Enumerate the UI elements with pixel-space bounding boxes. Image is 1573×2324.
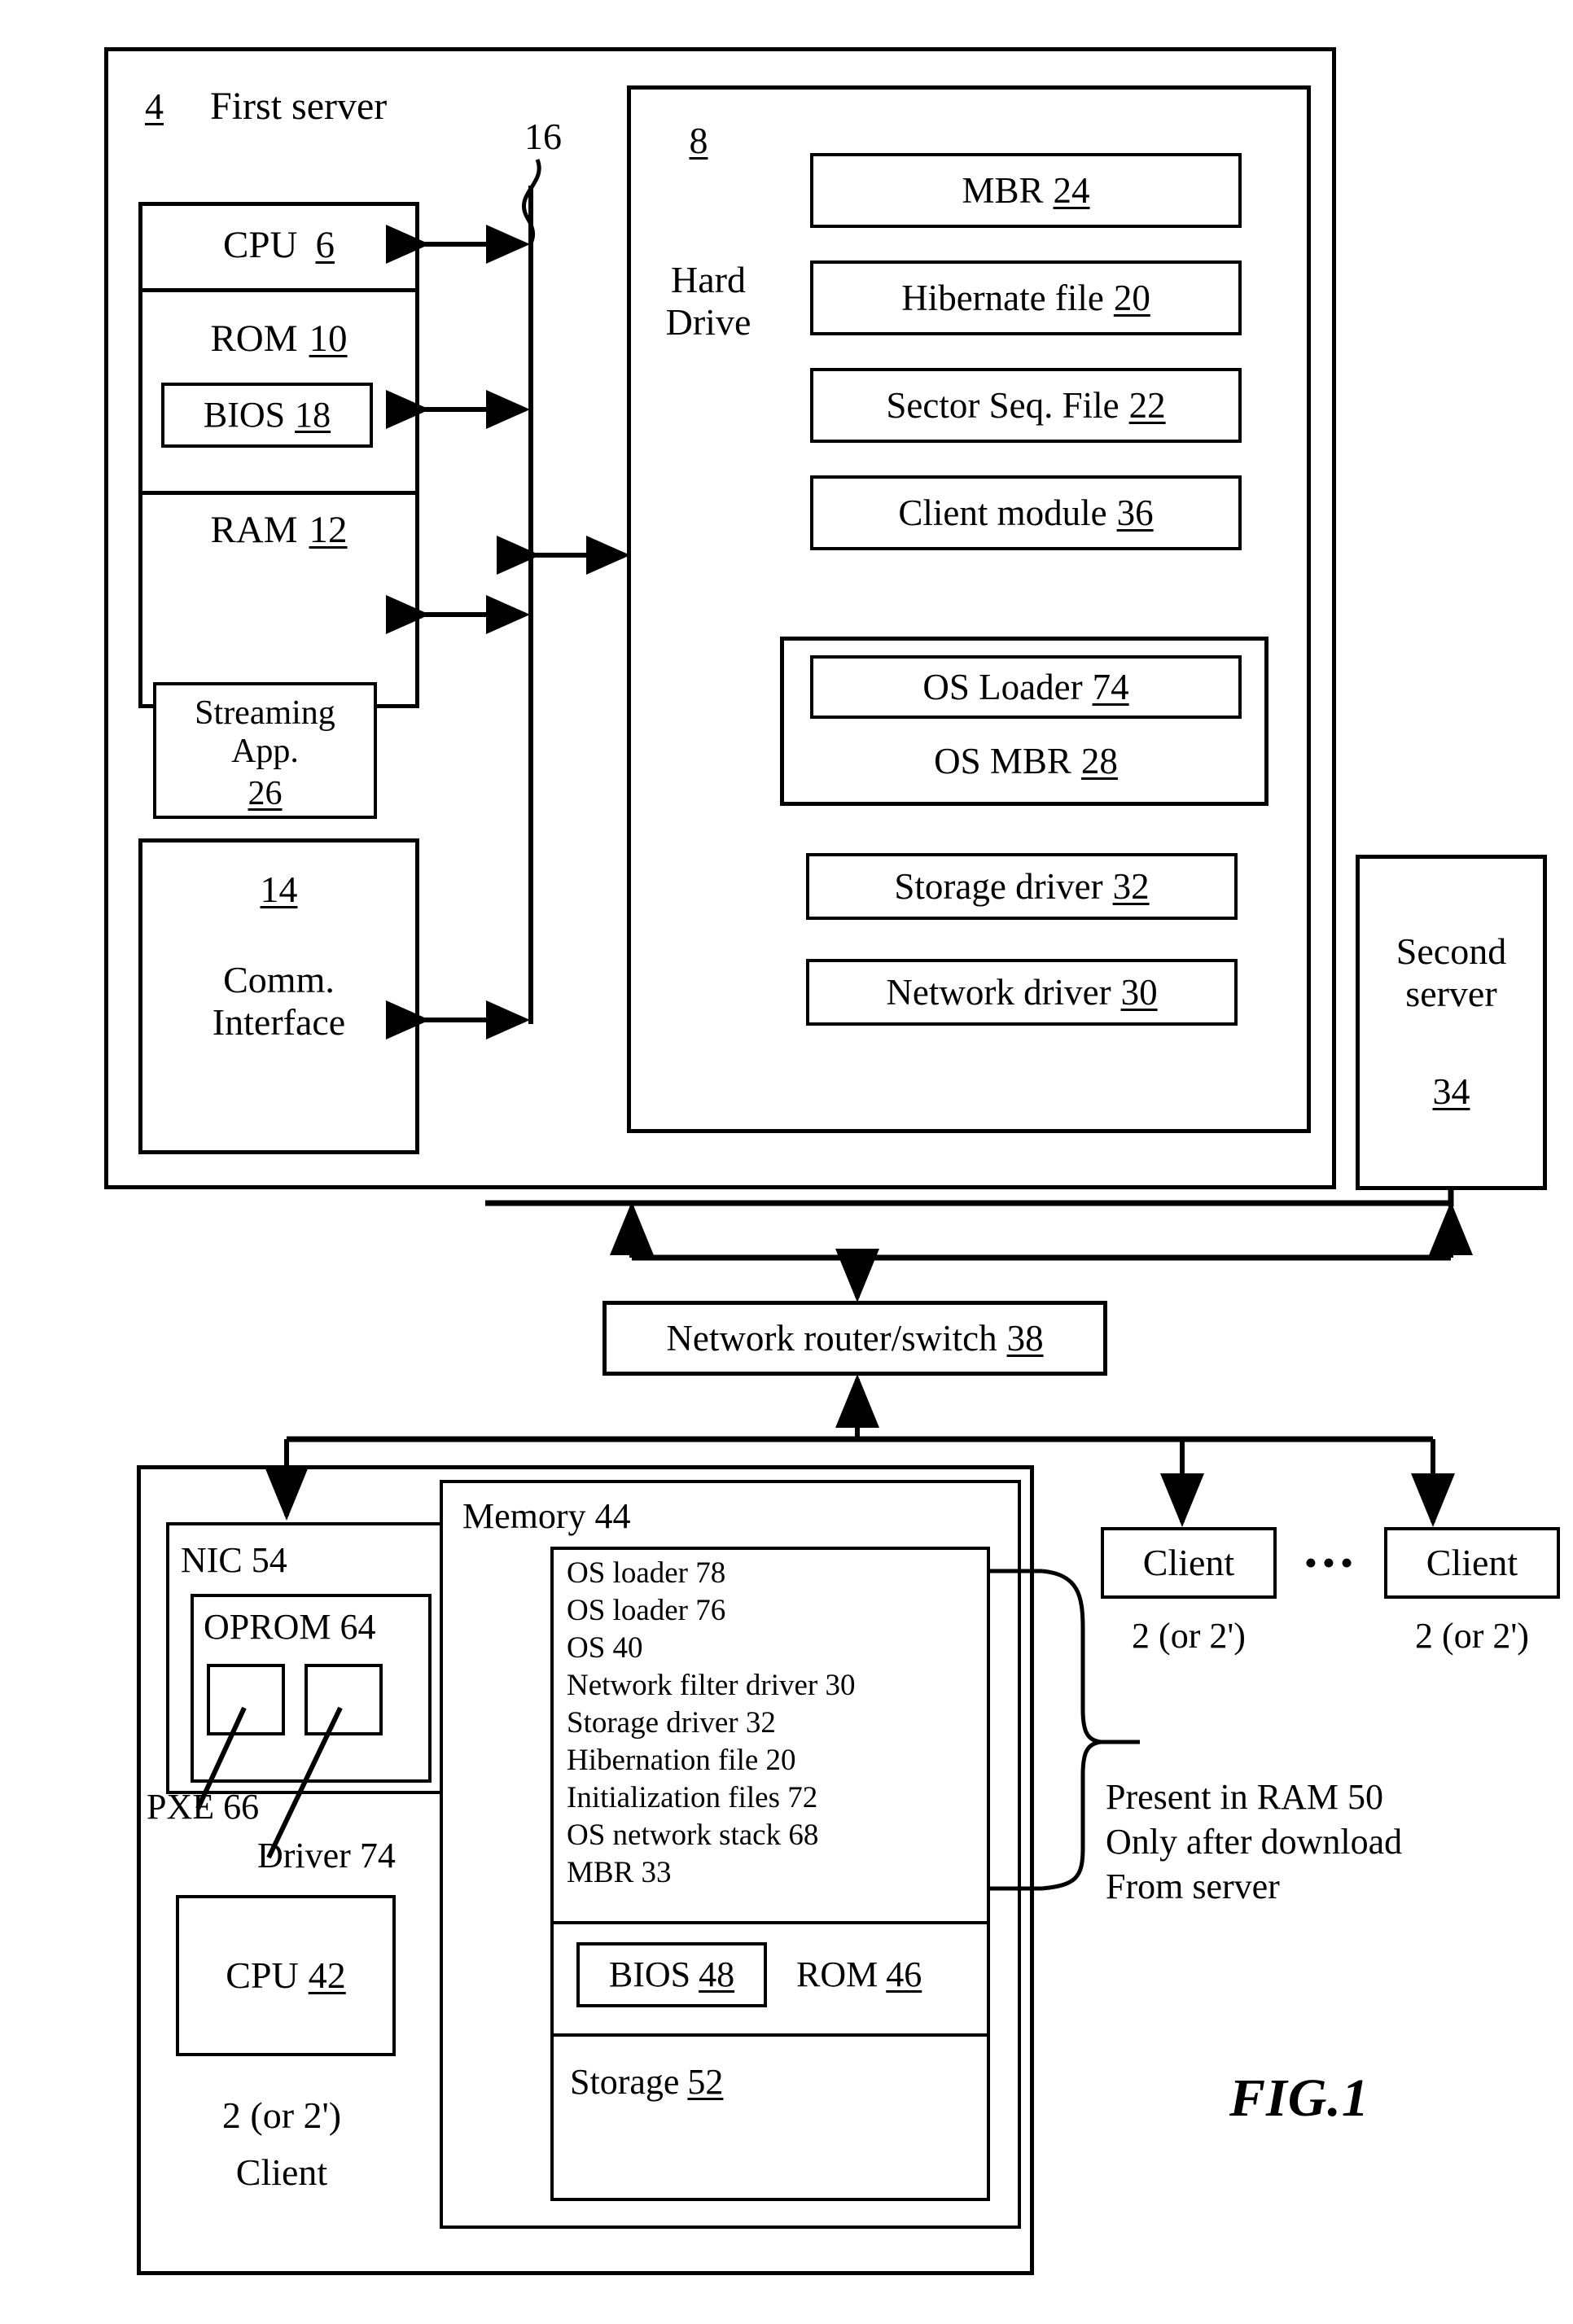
streaming-app-ref: 26	[248, 775, 283, 813]
rom-label-text: ROM	[210, 317, 298, 360]
hd-driver-ref-0: 32	[1112, 865, 1150, 907]
client-storage-label: Storage 52	[570, 2050, 912, 2115]
second-server-label: Second server	[1396, 930, 1507, 1014]
memory-storage-divider-top	[550, 2033, 990, 2037]
hd-item-text-2: Sector Seq. File	[886, 384, 1120, 426]
patent-figure-page: 4 First server 16 CPU 6 ROM 10 BIOS 18 R…	[0, 0, 1573, 2324]
memory-item-4: Storage driver 32	[567, 1706, 776, 1740]
memory-item-2: OS 40	[567, 1631, 643, 1665]
hd-driver-ref-1: 30	[1120, 971, 1158, 1013]
hd-driver-label-1: Network driver 30	[806, 959, 1238, 1026]
client-box-ref-1: 2 (or 2')	[1415, 1616, 1529, 1657]
client-bios-ref: 48	[699, 1954, 735, 1995]
hd-driver-text-0: Storage driver	[894, 865, 1103, 907]
os-mbr-ref: 28	[1080, 740, 1118, 781]
bios-label-text: BIOS	[203, 395, 286, 435]
client-rom-ref: 46	[886, 1954, 922, 1995]
hard-drive-ref: 8	[689, 120, 708, 162]
memory-item-8: MBR 33	[567, 1856, 672, 1889]
os-loader-label: OS Loader 74	[810, 655, 1242, 719]
hd-item-label-2: Sector Seq. File 22	[810, 368, 1242, 443]
network-router-ref: 38	[1006, 1317, 1044, 1359]
hd-item-label-3: Client module 36	[810, 475, 1242, 550]
hd-driver-text-1: Network driver	[886, 971, 1111, 1013]
client-cpu-ref: 42	[308, 1954, 346, 1997]
hd-item-text-3: Client module	[898, 492, 1107, 533]
hd-item-ref-3: 36	[1116, 492, 1154, 533]
client-box-label-1: Client	[1426, 1542, 1518, 1584]
ram-label-text: RAM	[210, 508, 298, 551]
client-cpu-label: CPU 42	[176, 1895, 396, 2056]
ram-note: Present in RAM 50 Only after download Fr…	[1106, 1777, 1403, 1906]
figure-caption: FIG.1	[1229, 2068, 1369, 2128]
memory-item-1: OS loader 76	[567, 1594, 726, 1627]
bios-label: BIOS 18	[161, 383, 373, 448]
client-cpu-text: CPU	[226, 1954, 299, 1997]
os-mbr-label: OS MBR 28	[810, 729, 1242, 794]
rom-ram-divider	[138, 491, 419, 495]
memory-item-0: OS loader 78	[567, 1556, 726, 1590]
rom-label: ROM 10	[147, 313, 411, 364]
memory-item-3: Network filter driver 30	[567, 1669, 856, 1702]
network-router-label: Network router/switch 38	[602, 1301, 1107, 1376]
first-server-ref: 4	[145, 85, 164, 128]
memory-item-7: OS network stack 68	[567, 1818, 819, 1852]
comm-interface-ref: 14	[260, 869, 298, 911]
hd-item-label-0: MBR 24	[810, 153, 1242, 228]
oprom-label: OPROM 64	[204, 1607, 376, 1648]
hd-item-text-1: Hibernate file	[901, 277, 1104, 318]
clients-ellipsis: •••	[1304, 1542, 1359, 1584]
client-box-ref-0: 2 (or 2')	[1132, 1616, 1246, 1657]
ram-ref: 12	[309, 508, 348, 551]
client-box-label-0: Client	[1142, 1542, 1235, 1584]
memory-label: Memory 44	[462, 1496, 631, 1537]
comm-interface-label: Comm. Interface	[212, 959, 346, 1043]
second-server-ref: 34	[1432, 1070, 1470, 1113]
client-rom-text: ROM	[796, 1954, 879, 1995]
client-caption-label: Client	[235, 2151, 328, 2194]
cpu-label-text: CPU	[223, 223, 298, 266]
cpu-rom-ram-stack	[138, 202, 419, 708]
ram-label: RAM 12	[147, 505, 411, 555]
bios-ref: 18	[295, 395, 331, 435]
cpu-ref: 6	[315, 223, 335, 266]
client-bios-label: BIOS 48	[576, 1942, 767, 2007]
client-storage-ref: 52	[687, 2062, 724, 2103]
hard-drive-label: Hard Drive	[665, 259, 751, 343]
nic-label: NIC 54	[181, 1540, 287, 1581]
memory-item-6: Initialization files 72	[567, 1781, 818, 1814]
memory-item-5: Hibernation file 20	[567, 1744, 796, 1777]
streaming-app-label-text: Streaming App.	[195, 694, 335, 770]
os-mbr-text: OS MBR	[934, 740, 1071, 781]
os-loader-ref: 74	[1092, 666, 1129, 707]
hd-item-text-0: MBR	[962, 169, 1044, 211]
bus-ref-16: 16	[524, 116, 562, 158]
network-router-text: Network router/switch	[666, 1317, 997, 1359]
hd-item-label-1: Hibernate file 20	[810, 260, 1242, 335]
hd-item-ref-0: 24	[1053, 169, 1090, 211]
hd-item-ref-2: 22	[1128, 384, 1166, 426]
client-rom-label: ROM 46	[796, 1942, 1000, 2007]
cpu-label: CPU 6	[147, 218, 411, 272]
pxe-callout-label: PXE 66	[147, 1787, 260, 1827]
client-bios-text: BIOS	[608, 1954, 691, 1995]
driver-slot-box	[305, 1664, 383, 1735]
client-caption-ref-text: 2 (or 2')	[221, 2094, 342, 2137]
client-storage-text: Storage	[570, 2062, 680, 2103]
pxe-slot-box	[207, 1664, 285, 1735]
hd-item-ref-1: 20	[1113, 277, 1150, 318]
streaming-app-label: Streaming App.	[153, 684, 377, 781]
memory-item-list: OS loader 78 OS loader 76 OS 40 Network …	[559, 1555, 990, 1913]
rom-ref: 10	[309, 317, 348, 360]
os-loader-text: OS Loader	[922, 666, 1083, 707]
cpu-divider	[138, 288, 419, 292]
memory-rom-divider-top	[550, 1921, 990, 1924]
hd-driver-label-0: Storage driver 32	[806, 853, 1238, 920]
first-server-title: First server	[210, 85, 388, 129]
client-caption-ref: 2 (or 2')	[160, 2092, 404, 2139]
